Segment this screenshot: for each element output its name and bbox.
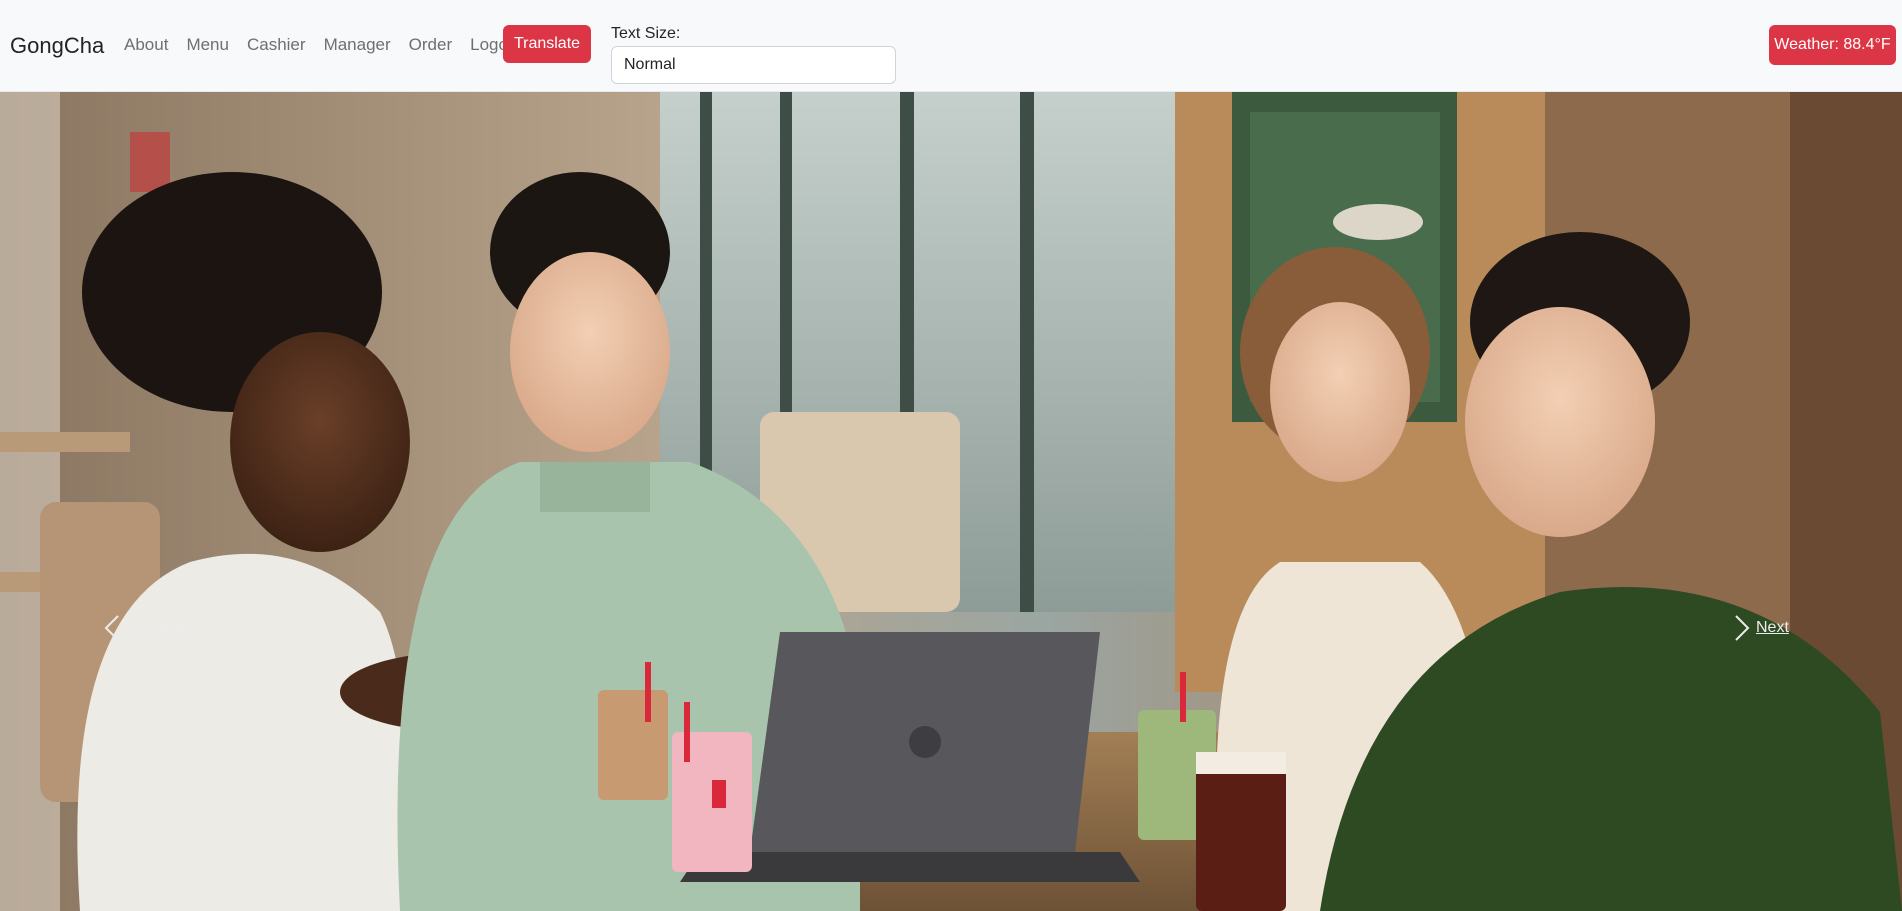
- text-size-selected-value: Normal: [624, 56, 676, 73]
- text-size-label: Text Size:: [611, 25, 681, 42]
- text-size-select[interactable]: Normal: [611, 46, 896, 84]
- carousel-next-label: Next: [1756, 619, 1789, 636]
- nav-link-menu[interactable]: Menu: [177, 33, 238, 57]
- carousel-previous-button[interactable]: Previous: [104, 614, 188, 642]
- brand-logo-link[interactable]: GongCha: [10, 31, 104, 61]
- nav-link-order[interactable]: Order: [400, 33, 461, 57]
- nav-link-cashier[interactable]: Cashier: [238, 33, 315, 57]
- top-navbar: GongCha About Menu Cashier Manager Order…: [0, 0, 1902, 92]
- carousel-previous-label: Previous: [126, 619, 189, 636]
- text-size-control: Text Size: Normal: [611, 24, 896, 84]
- nav-link-about[interactable]: About: [124, 33, 177, 57]
- nav-link-manager[interactable]: Manager: [315, 33, 400, 57]
- chevron-right-icon: [1735, 615, 1750, 641]
- chevron-left-icon: [104, 615, 119, 641]
- hero-carousel: Previous Next: [0, 92, 1902, 911]
- nav-links: About Menu Cashier Manager Order Logout: [124, 33, 531, 57]
- hero-photo-friends-drinking-bubble-tea: [0, 92, 1902, 911]
- translate-button[interactable]: Translate: [503, 25, 591, 63]
- carousel-next-button[interactable]: Next: [1734, 614, 1789, 642]
- weather-button[interactable]: Weather: 88.4°F: [1769, 25, 1896, 65]
